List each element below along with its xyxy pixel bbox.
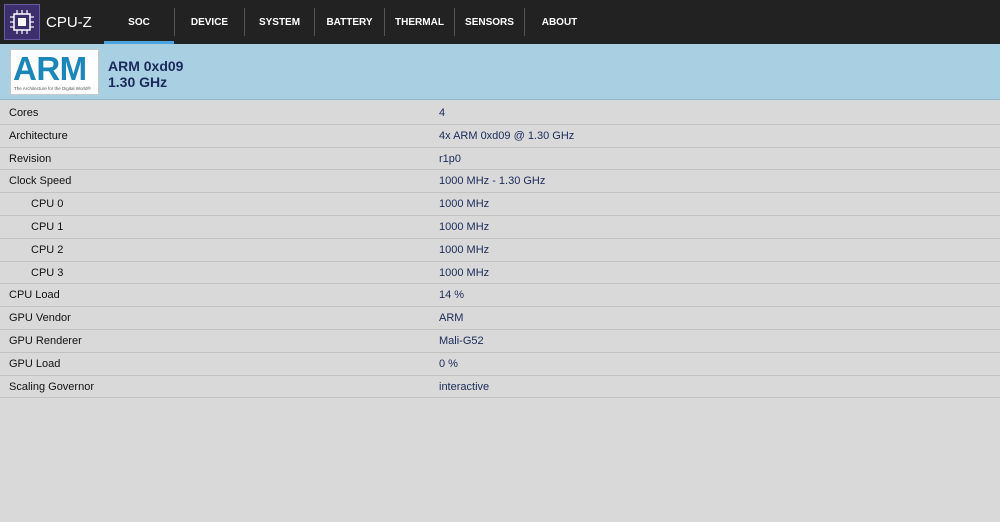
tab-system[interactable]: SYSTEM bbox=[245, 0, 314, 44]
info-row-gpu-vendor: GPU Vendor ARM bbox=[0, 307, 1000, 330]
tab-device[interactable]: DEVICE bbox=[175, 0, 244, 44]
tab-about[interactable]: ABOUT bbox=[525, 0, 594, 44]
app-title: CPU-Z bbox=[46, 13, 92, 31]
info-row-cpu3: CPU 3 1000 MHz bbox=[0, 262, 1000, 285]
row-label: CPU 1 bbox=[31, 220, 64, 233]
row-value: 1000 MHz bbox=[439, 198, 490, 211]
tab-battery[interactable]: BATTERY bbox=[315, 0, 384, 44]
row-label: GPU Vendor bbox=[9, 312, 71, 325]
row-label: CPU 2 bbox=[31, 243, 64, 256]
soc-speed: 1.30 GHz bbox=[108, 74, 168, 90]
row-label: Revision bbox=[9, 152, 52, 165]
info-row-cpu-load: CPU Load 14 % bbox=[0, 284, 1000, 308]
row-label: CPU 0 bbox=[31, 198, 64, 211]
row-value: 1000 MHz bbox=[439, 243, 490, 256]
row-value: 1000 MHz bbox=[439, 266, 490, 279]
info-row-cores: Cores 4 bbox=[0, 102, 1000, 125]
soc-header: ARM The Architecture for the Digital Wor… bbox=[0, 44, 1000, 100]
tab-bar: SOC DEVICE SYSTEM BATTERY THERMAL SENSOR… bbox=[104, 0, 594, 44]
arm-logo: ARM The Architecture for the Digital Wor… bbox=[10, 49, 99, 95]
info-row-gpu-load: GPU Load 0 % bbox=[0, 353, 1000, 376]
row-label: Cores bbox=[9, 107, 39, 119]
row-value: ARM bbox=[439, 312, 464, 325]
row-label: GPU Load bbox=[9, 357, 61, 370]
info-row-architecture: Architecture 4x ARM 0xd09 @ 1.30 GHz bbox=[0, 125, 1000, 148]
row-value: 1000 MHz bbox=[439, 220, 490, 233]
row-label: CPU 3 bbox=[31, 266, 64, 279]
row-value: 14 % bbox=[439, 289, 465, 302]
row-label: Clock Speed bbox=[9, 175, 72, 188]
row-label: CPU Load bbox=[9, 289, 60, 302]
info-row-revision: Revision r1p0 bbox=[0, 148, 1000, 171]
row-label: Architecture bbox=[9, 129, 68, 142]
info-row-scaling-governor: Scaling Governor interactive bbox=[0, 376, 1000, 399]
top-app-bar: CPU-Z SOC DEVICE SYSTEM BATTERY THERMAL … bbox=[0, 0, 1000, 44]
info-row-gpu-renderer: GPU Renderer Mali-G52 bbox=[0, 330, 1000, 353]
logo-wordmark: ARM bbox=[13, 50, 87, 87]
row-value: interactive bbox=[439, 380, 490, 393]
info-row-cpu1: CPU 1 1000 MHz bbox=[0, 216, 1000, 239]
soc-name: ARM 0xd09 bbox=[108, 58, 184, 74]
row-label: GPU Renderer bbox=[9, 334, 82, 347]
row-value: 4 bbox=[439, 107, 446, 119]
row-value: Mali-G52 bbox=[439, 334, 484, 347]
tab-soc[interactable]: SOC bbox=[104, 0, 174, 44]
row-label: Scaling Governor bbox=[9, 380, 94, 393]
tab-thermal[interactable]: THERMAL bbox=[385, 0, 454, 44]
info-row-clock-speed: Clock Speed 1000 MHz - 1.30 GHz bbox=[0, 170, 1000, 194]
chip-icon bbox=[4, 4, 40, 40]
row-value: 4x ARM 0xd09 @ 1.30 GHz bbox=[439, 129, 575, 142]
row-value: 1000 MHz - 1.30 GHz bbox=[439, 175, 546, 188]
soc-info-table: Cores 4 Architecture 4x ARM 0xd09 @ 1.30… bbox=[0, 102, 1000, 399]
row-value: r1p0 bbox=[439, 152, 462, 165]
info-row-cpu2: CPU 2 1000 MHz bbox=[0, 239, 1000, 262]
tab-sensors[interactable]: SENSORS bbox=[455, 0, 524, 44]
info-row-cpu0: CPU 0 1000 MHz bbox=[0, 193, 1000, 216]
row-value: 0 % bbox=[439, 357, 458, 370]
logo-tagline: The Architecture for the Digital World® bbox=[14, 86, 91, 91]
